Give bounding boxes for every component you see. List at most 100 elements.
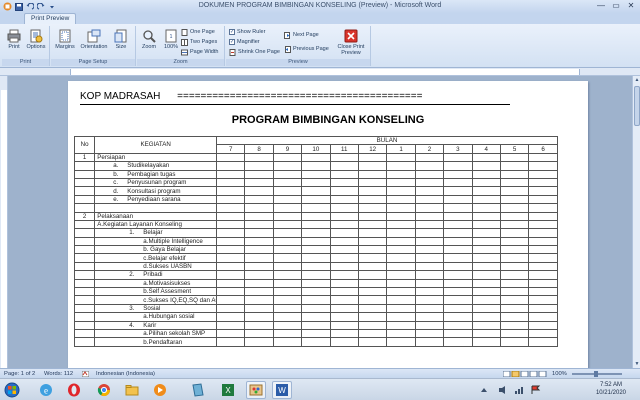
excel-icon[interactable]: X [220,382,236,398]
month-cell [272,152,303,163]
month-header: 4 [471,144,501,154]
tray-icons[interactable] [478,382,494,398]
group-zoom: Zoom 1 100% One Page Two Pages Page Widt… [137,26,225,66]
minimize-button[interactable]: — [594,1,608,11]
month-cell [244,253,274,263]
month-cell [357,236,388,247]
vertical-ruler-scale [1,90,7,370]
month-cell [301,186,331,196]
table-row: 4. Karir [73,320,558,331]
explorer-icon[interactable] [124,382,140,398]
print-button[interactable]: Print [2,27,26,58]
table-row: a.Pilihan sekolah SMP [73,328,558,339]
row-kegiatan [94,203,217,213]
magnifier-checkbox[interactable]: ✓ Magnifier [229,38,260,46]
page-count[interactable]: Page: 1 of 2 [4,371,35,377]
show-ruler-check-icon: ✓ [229,29,235,35]
month-cell [443,186,473,196]
header-bulan: BULAN [216,135,558,146]
one-page-button[interactable]: One Page [181,28,215,36]
row-marker: a. [113,162,119,170]
month-cell [215,236,246,247]
two-pages-button[interactable]: Two Pages [181,38,217,46]
network-icon[interactable] [512,382,528,398]
month-cell [471,337,501,347]
row-text: Penyediaan sarana [127,195,181,203]
undo-icon[interactable] [25,2,34,11]
tab-print-preview[interactable]: Print Preview [24,13,77,24]
row-text: b.Pendaftaran [143,338,183,346]
shrink-one-page-button[interactable]: Shrink One Page [229,48,280,56]
paint-icon[interactable] [246,381,266,399]
flag-icon[interactable] [528,382,544,398]
month-cell [528,245,558,255]
next-page-button[interactable]: Next Page [284,31,319,39]
row-text: c.Sukses IQ,EQ,SQ dan AQ [143,296,217,304]
scroll-down-arrow[interactable]: ▼ [633,360,640,368]
margins-icon [59,29,71,43]
row-no [73,236,96,247]
month-cell [528,303,558,314]
ie-icon[interactable]: e [38,382,54,398]
month-cell [272,161,303,171]
language-indicator[interactable]: Indonesian (Indonesia) [96,371,155,377]
office-button[interactable] [3,2,12,11]
month-cell [443,219,473,230]
zoom-slider[interactable] [572,371,622,377]
volume-icon[interactable] [496,382,512,398]
show-ruler-checkbox[interactable]: ✓ Show Ruler [229,28,265,36]
page-width-button[interactable]: Page Width [181,48,218,56]
opera-icon[interactable] [66,382,82,398]
row-kegiatan: b.Pendaftaran [94,337,217,347]
document-page[interactable]: KOP MADRASAH ===========================… [68,81,588,368]
month-cell [357,186,388,196]
header-kegiatan: KEGIATAN [94,136,217,154]
month-cell [386,228,416,238]
close-print-preview-button[interactable]: Close Print Preview [334,27,368,58]
month-cell [244,303,274,314]
save-icon[interactable] [14,2,23,11]
files-icon[interactable] [190,382,206,398]
month-cell [244,270,274,280]
zoom-level[interactable]: 100% [552,371,567,377]
month-cell [386,245,416,255]
month-cell [414,152,445,163]
scroll-thumb[interactable] [634,86,640,126]
options-button[interactable]: Options [24,27,48,58]
month-cell [386,194,416,205]
month-cell [499,337,530,347]
month-cell [301,270,331,280]
redo-icon[interactable] [36,2,45,11]
zoom-100-button[interactable]: 1 100% [159,27,183,58]
month-cell [414,312,445,322]
zoom-slider-thumb[interactable] [594,371,598,377]
month-cell [499,328,530,339]
size-button[interactable]: Size [109,27,133,58]
row-text: c.Belajar efektif [143,254,186,262]
previous-page-button[interactable]: Previous Page [284,45,329,53]
month-cell [357,337,388,347]
margins-button[interactable]: Margins [53,27,77,58]
month-cell [499,219,530,230]
row-kegiatan: a.Multiple Intelligence [94,236,217,247]
month-cell [272,186,303,196]
month-cell [244,328,274,339]
close-button[interactable]: ✕ [624,1,638,11]
month-cell [272,270,303,280]
taskbar-clock[interactable]: 7:52 AM 10/21/2020 [596,381,626,397]
start-button[interactable] [4,382,20,398]
vertical-ruler[interactable] [0,76,8,370]
horizontal-ruler[interactable] [0,68,640,76]
maximize-button[interactable]: ▭ [609,1,623,11]
month-cell [386,253,416,263]
chrome-icon[interactable] [96,382,112,398]
word-taskbar-icon[interactable]: W [272,381,292,399]
orientation-button[interactable]: Orientation [79,27,109,58]
media-player-icon[interactable] [152,382,168,398]
scroll-up-arrow[interactable]: ▲ [633,76,640,84]
row-no [73,161,96,171]
customize-qat-icon[interactable] [47,2,56,11]
word-count[interactable]: Words: 112 [44,371,73,377]
vertical-scrollbar[interactable]: ▲ ▼ [632,76,640,368]
zoom-button[interactable]: Zoom [137,27,161,58]
